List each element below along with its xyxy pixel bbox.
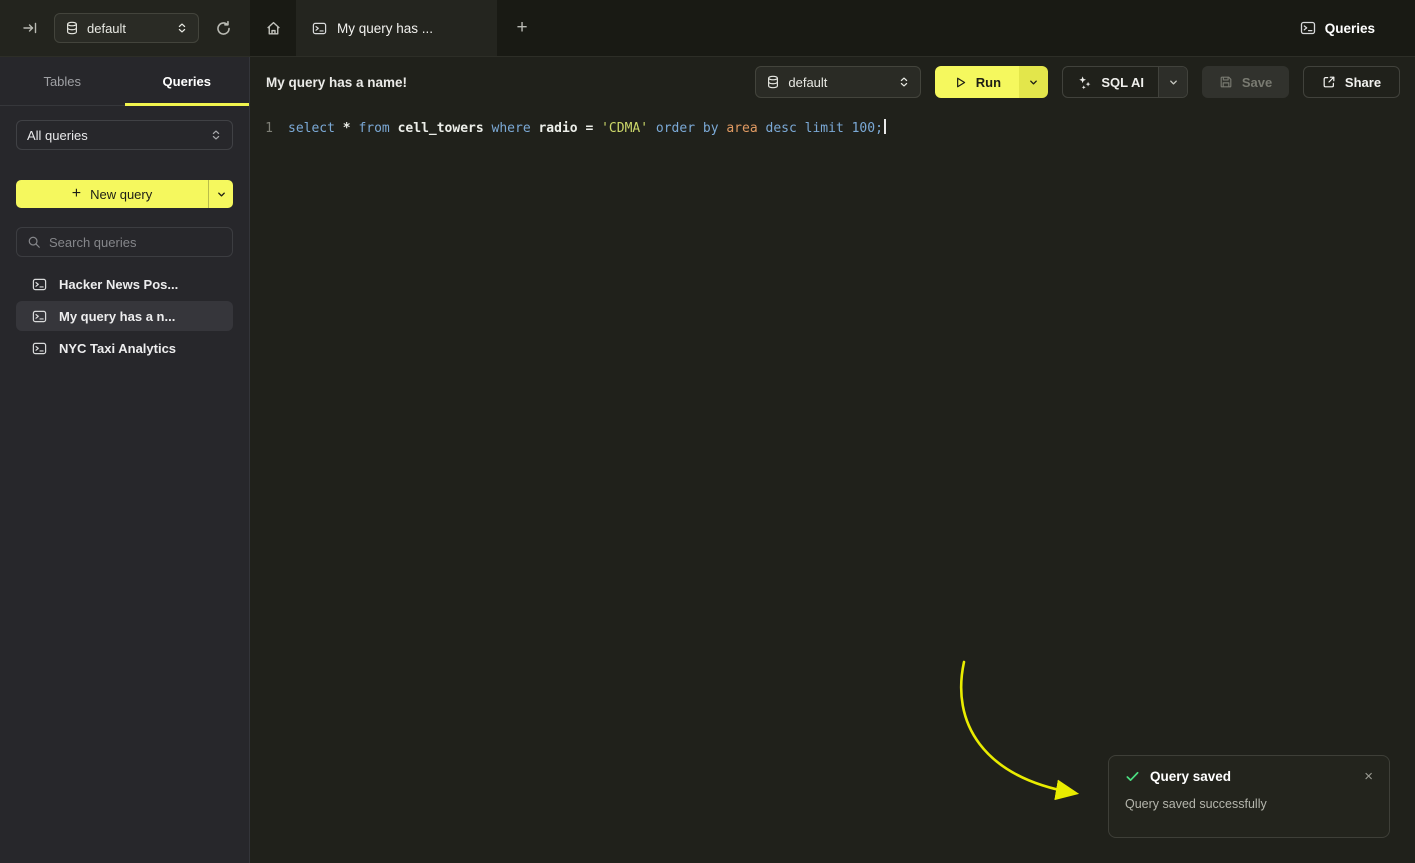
sidebar-content: All queries + New query: [0, 106, 249, 377]
editor-toolbar: My query has a name! default: [250, 57, 1415, 107]
collapse-sidebar-icon: [22, 20, 38, 36]
queries-indicator-label: Queries: [1325, 21, 1375, 36]
sql-editor[interactable]: 1 select * from cell_towers where radio …: [250, 107, 1415, 307]
query-search-box: [16, 227, 233, 257]
tab-queries[interactable]: Queries: [125, 57, 250, 105]
tab-my-query[interactable]: My query has ...: [296, 0, 497, 56]
tab-label: My query has ...: [337, 21, 433, 36]
share-button-label: Share: [1345, 75, 1381, 90]
query-list-item-label: My query has a n...: [59, 309, 175, 324]
query-filter-select[interactable]: All queries: [16, 120, 233, 150]
play-icon: [954, 76, 967, 89]
toast-notification: Query saved × Query saved successfully: [1108, 755, 1390, 838]
new-query-dropdown-button[interactable]: [208, 180, 233, 208]
sql-ai-split-button: SQL AI: [1062, 66, 1188, 98]
new-query-button-label: New query: [90, 187, 152, 202]
sidebar-tabs: Tables Queries: [0, 57, 249, 106]
sql-console-app: default My query has ...: [0, 0, 1415, 863]
select-chevrons-icon: [898, 76, 910, 88]
query-list: Hacker News Pos... My query has a n... N…: [16, 269, 233, 363]
tab-strip: My query has ... + Queries: [250, 0, 1415, 57]
query-title[interactable]: My query has a name!: [266, 75, 407, 90]
terminal-icon: [1300, 20, 1316, 36]
toolbar-controls: default Run: [755, 66, 1400, 98]
chevron-down-icon: [1168, 77, 1179, 88]
queries-panel-toggle[interactable]: Queries: [1300, 0, 1415, 56]
database-selector[interactable]: default: [54, 13, 199, 43]
query-list-item-label: NYC Taxi Analytics: [59, 341, 176, 356]
save-icon: [1219, 75, 1233, 89]
query-list-item[interactable]: Hacker News Pos...: [16, 269, 233, 299]
topbar-left-section: default: [0, 0, 250, 57]
check-icon: [1125, 769, 1140, 784]
chevron-down-icon: [216, 189, 227, 200]
database-icon: [65, 21, 79, 35]
share-icon: [1322, 75, 1336, 89]
toast-header: Query saved ×: [1125, 769, 1373, 784]
refresh-button[interactable]: [211, 16, 236, 41]
query-list-item-label: Hacker News Pos...: [59, 277, 178, 292]
collapse-sidebar-button[interactable]: [18, 16, 42, 40]
terminal-icon: [32, 309, 47, 324]
search-icon: [27, 235, 41, 249]
run-button[interactable]: Run: [935, 66, 1019, 98]
new-tab-button[interactable]: +: [497, 0, 547, 56]
sql-ai-button[interactable]: SQL AI: [1063, 67, 1158, 97]
terminal-icon: [32, 341, 47, 356]
refresh-icon: [215, 20, 232, 37]
tab-tables[interactable]: Tables: [0, 57, 125, 105]
query-list-item[interactable]: NYC Taxi Analytics: [16, 333, 233, 363]
home-button[interactable]: [250, 0, 296, 56]
chevron-down-icon: [1028, 77, 1039, 88]
line-number: 1: [250, 119, 288, 307]
select-chevrons-icon: [176, 22, 188, 34]
save-button[interactable]: Save: [1202, 66, 1289, 98]
query-filter-value: All queries: [27, 128, 202, 143]
terminal-icon: [32, 277, 47, 292]
query-search-input[interactable]: [49, 235, 225, 250]
editor-database-selector[interactable]: default: [755, 66, 921, 98]
sql-ai-dropdown-button[interactable]: [1158, 67, 1187, 97]
top-bar: default My query has ...: [0, 0, 1415, 57]
run-split-button: Run: [935, 66, 1048, 98]
plus-icon: +: [72, 186, 81, 202]
toast-title: Query saved: [1150, 769, 1348, 784]
new-tab-icon: +: [516, 17, 527, 38]
query-list-item[interactable]: My query has a n...: [16, 301, 233, 331]
main-editor-panel: My query has a name! default: [250, 57, 1415, 863]
sparkles-icon: [1077, 75, 1092, 90]
sql-ai-button-label: SQL AI: [1101, 75, 1144, 90]
run-button-label: Run: [976, 75, 1001, 90]
save-button-label: Save: [1242, 75, 1272, 90]
toast-message: Query saved successfully: [1125, 797, 1373, 811]
home-icon: [265, 20, 282, 37]
close-icon: ×: [1364, 768, 1373, 785]
sidebar: Tables Queries All queries + New query: [0, 57, 250, 863]
terminal-icon: [312, 21, 327, 36]
select-chevrons-icon: [210, 129, 222, 141]
run-dropdown-button[interactable]: [1019, 66, 1048, 98]
toast-close-button[interactable]: ×: [1358, 769, 1373, 784]
code-line-content: select * from cell_towers where radio = …: [288, 119, 886, 307]
new-query-button[interactable]: + New query: [16, 180, 208, 208]
editor-database-selector-value: default: [788, 75, 890, 90]
share-button[interactable]: Share: [1303, 66, 1400, 98]
database-selector-value: default: [87, 21, 168, 36]
new-query-split-button: + New query: [16, 180, 233, 208]
text-cursor: [884, 119, 886, 134]
database-icon: [766, 75, 780, 89]
